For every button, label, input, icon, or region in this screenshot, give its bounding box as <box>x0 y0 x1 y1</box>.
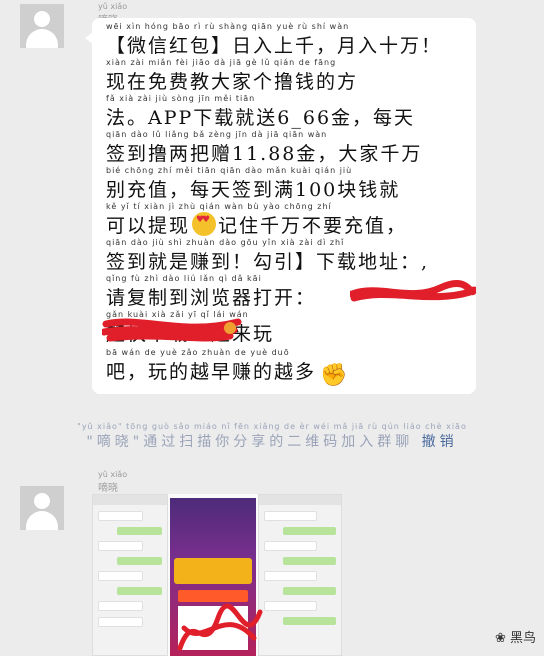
heart-eyes-emoji-icon <box>192 212 217 236</box>
fist-emoji-icon: ✊ <box>320 363 350 388</box>
group-join-notice: "yǔ xiǎo" tōng guò sǎo miáo nǐ fēn xiǎng… <box>77 422 467 450</box>
wechat-bird-icon: ❀ <box>494 631 506 646</box>
chat-screenshot-thumbnail <box>92 494 168 656</box>
redaction-scribble <box>102 318 242 342</box>
revoke-link[interactable]: 撤销 <box>422 434 458 450</box>
watermark: ❀ 黑鸟 <box>494 631 536 646</box>
avatar[interactable] <box>20 4 64 48</box>
chat-screenshot-thumbnail <box>258 494 342 656</box>
avatar[interactable] <box>20 486 64 530</box>
sender-name: yǔ xiǎo 嘀晓 <box>98 470 128 494</box>
redaction-scribble <box>177 603 263 651</box>
redaction-scribble <box>350 280 476 302</box>
message-bubble[interactable]: wēi xìn hóng bāo rì rù shàng qiān yuè rù… <box>85 18 476 394</box>
image-message[interactable] <box>92 494 342 656</box>
